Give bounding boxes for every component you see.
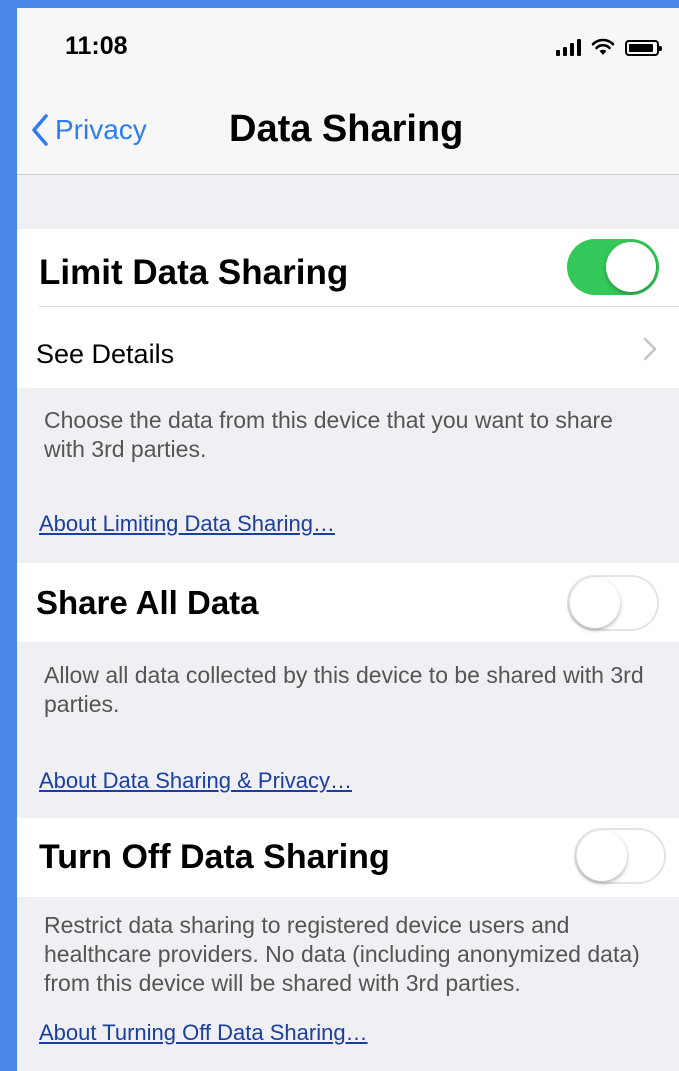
phone-screen: 11:08 Privacy Data Sharing Limit Data Sh… [17, 8, 679, 1071]
turn-off-data-sharing-row: Turn Off Data Sharing [17, 818, 679, 897]
status-bar: 11:08 [17, 8, 679, 88]
about-limiting-link[interactable]: About Limiting Data Sharing… [39, 511, 335, 537]
share-all-data-row: Share All Data [17, 563, 679, 642]
limit-data-sharing-description: Choose the data from this device that yo… [44, 407, 613, 462]
battery-icon [625, 40, 662, 56]
limit-data-sharing-row: Limit Data Sharing See Details [17, 229, 679, 388]
about-data-sharing-link[interactable]: About Data Sharing & Privacy… [39, 768, 352, 794]
chevron-left-icon [32, 114, 48, 146]
cellular-signal-icon [556, 38, 581, 56]
about-turning-off-link[interactable]: About Turning Off Data Sharing… [39, 1020, 368, 1046]
share-all-data-description: Allow all data collected by this device … [44, 662, 644, 717]
share-all-data-title: Share All Data [36, 584, 259, 621]
limit-data-sharing-title: Limit Data Sharing [39, 253, 349, 292]
share-all-data-toggle[interactable] [567, 575, 659, 631]
see-details-label: See Details [36, 339, 175, 369]
status-icons [556, 38, 662, 56]
page-title: Data Sharing [229, 108, 464, 150]
back-label: Privacy [55, 114, 147, 145]
toggle-knob [577, 831, 627, 881]
toggle-knob [606, 242, 656, 292]
turn-off-data-sharing-description: Restrict data sharing to registered devi… [44, 912, 640, 996]
turn-off-data-sharing-toggle[interactable] [574, 828, 666, 884]
back-button[interactable]: Privacy [31, 114, 147, 146]
wifi-icon [591, 38, 615, 55]
chevron-right-icon [643, 337, 657, 361]
see-details-row[interactable]: See Details [17, 307, 679, 388]
navigation-bar: Privacy Data Sharing [17, 88, 679, 175]
status-time: 11:08 [65, 32, 128, 60]
toggle-knob [570, 578, 620, 628]
turn-off-data-sharing-title: Turn Off Data Sharing [39, 838, 390, 876]
limit-data-sharing-toggle[interactable] [567, 239, 659, 295]
